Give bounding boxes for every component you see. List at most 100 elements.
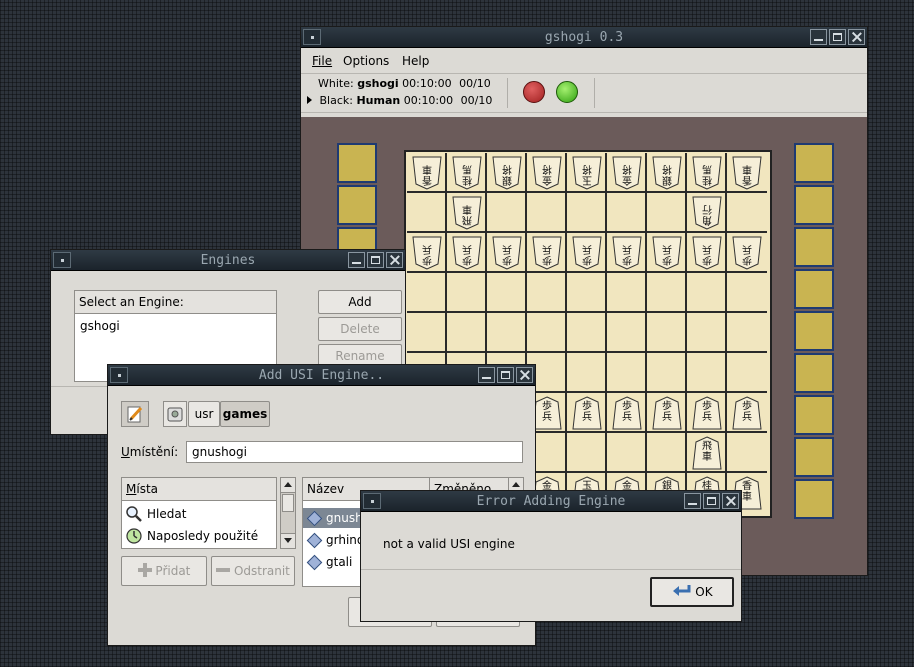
- places-list[interactable]: Místa Hledat Naposledy použité: [121, 477, 277, 549]
- board-square[interactable]: 歩 兵: [727, 393, 767, 433]
- hand-slot[interactable]: [337, 185, 377, 225]
- close-icon[interactable]: [722, 493, 739, 509]
- error-titlebar[interactable]: Error Adding Engine: [361, 491, 741, 512]
- board-square[interactable]: [567, 273, 607, 313]
- board-square[interactable]: [687, 353, 727, 393]
- board-square[interactable]: [647, 353, 687, 393]
- board-square[interactable]: [607, 273, 647, 313]
- board-square[interactable]: [527, 193, 567, 233]
- board-square[interactable]: [607, 193, 647, 233]
- menu-help[interactable]: Help: [402, 54, 429, 68]
- board-square[interactable]: [487, 313, 527, 353]
- board-square[interactable]: 歩 兵: [607, 233, 647, 273]
- minimize-icon[interactable]: [348, 252, 365, 268]
- board-square[interactable]: [727, 353, 767, 393]
- close-icon[interactable]: [848, 29, 865, 45]
- add-engine-button[interactable]: Add: [318, 290, 402, 314]
- board-square[interactable]: 香 車: [407, 153, 447, 193]
- path-games-button[interactable]: games: [220, 401, 270, 427]
- add-place-button[interactable]: Přidat: [121, 556, 207, 586]
- place-search[interactable]: Hledat: [125, 504, 186, 524]
- board-square[interactable]: [407, 193, 447, 233]
- board-square[interactable]: [527, 273, 567, 313]
- board-square[interactable]: 歩 兵: [407, 233, 447, 273]
- board-square[interactable]: [727, 193, 767, 233]
- board-square[interactable]: [687, 273, 727, 313]
- board-square[interactable]: [487, 273, 527, 313]
- maximize-icon[interactable]: [703, 493, 720, 509]
- places-header[interactable]: Místa: [121, 477, 277, 501]
- board-square[interactable]: 金 将: [607, 153, 647, 193]
- board-square[interactable]: [687, 313, 727, 353]
- ok-button[interactable]: OK: [650, 577, 734, 607]
- board-square[interactable]: 歩 兵: [527, 233, 567, 273]
- hand-slot[interactable]: [794, 185, 834, 225]
- window-menu-icon[interactable]: [303, 29, 321, 45]
- stop-button[interactable]: [523, 81, 545, 103]
- board-square[interactable]: [727, 273, 767, 313]
- board-square[interactable]: 歩 兵: [447, 233, 487, 273]
- window-menu-icon[interactable]: [53, 252, 71, 268]
- board-square[interactable]: [567, 353, 607, 393]
- minimize-icon[interactable]: [478, 367, 495, 383]
- minimize-icon[interactable]: [810, 29, 827, 45]
- board-square[interactable]: 角 行: [687, 193, 727, 233]
- board-square[interactable]: 歩 兵: [647, 233, 687, 273]
- maximize-icon[interactable]: [367, 252, 384, 268]
- board-square[interactable]: 歩 兵: [727, 233, 767, 273]
- engine-list-header[interactable]: Select an Engine:: [74, 290, 277, 314]
- engines-titlebar[interactable]: Engines: [51, 250, 405, 271]
- place-recent[interactable]: Naposledy použité: [125, 526, 258, 546]
- board-square[interactable]: [567, 313, 607, 353]
- board-square[interactable]: 玉 将: [567, 153, 607, 193]
- hand-slot[interactable]: [794, 395, 834, 435]
- close-icon[interactable]: [516, 367, 533, 383]
- board-square[interactable]: [487, 193, 527, 233]
- menu-file[interactable]: File: [312, 54, 332, 68]
- board-square[interactable]: 飛 車: [687, 433, 727, 473]
- places-scrollbar[interactable]: [280, 477, 296, 549]
- board-square[interactable]: 歩 兵: [487, 233, 527, 273]
- board-square[interactable]: [447, 313, 487, 353]
- board-square[interactable]: [567, 433, 607, 473]
- window-menu-icon[interactable]: [110, 367, 128, 383]
- add-usi-titlebar[interactable]: Add USI Engine..: [108, 365, 535, 386]
- location-input[interactable]: gnushogi: [186, 441, 523, 463]
- scrollbar-thumb[interactable]: [282, 494, 294, 512]
- delete-engine-button[interactable]: Delete: [318, 317, 402, 341]
- board-square[interactable]: [647, 433, 687, 473]
- board-square[interactable]: [647, 193, 687, 233]
- board-square[interactable]: 歩 兵: [687, 233, 727, 273]
- board-square[interactable]: 歩 兵: [607, 393, 647, 433]
- board-square[interactable]: [567, 193, 607, 233]
- close-icon[interactable]: [386, 252, 403, 268]
- hand-slot[interactable]: [794, 479, 834, 519]
- hand-slot[interactable]: [794, 353, 834, 393]
- scroll-down-icon[interactable]: [281, 533, 295, 548]
- remove-place-button[interactable]: Odstranit: [211, 556, 295, 586]
- hand-slot[interactable]: [794, 227, 834, 267]
- board-square[interactable]: [407, 313, 447, 353]
- gshogi-titlebar[interactable]: gshogi 0.3: [301, 27, 867, 48]
- board-square[interactable]: [647, 313, 687, 353]
- maximize-icon[interactable]: [829, 29, 846, 45]
- board-square[interactable]: 飛 車: [447, 193, 487, 233]
- board-square[interactable]: 歩 兵: [567, 233, 607, 273]
- board-square[interactable]: [647, 273, 687, 313]
- board-square[interactable]: 金 将: [527, 153, 567, 193]
- board-square[interactable]: 歩 兵: [687, 393, 727, 433]
- edit-location-toggle[interactable]: [121, 401, 149, 427]
- board-square[interactable]: 香 車: [727, 153, 767, 193]
- board-square[interactable]: 桂 馬: [447, 153, 487, 193]
- hand-slot[interactable]: [794, 269, 834, 309]
- board-square[interactable]: 桂 馬: [687, 153, 727, 193]
- path-root-button[interactable]: [163, 401, 187, 427]
- board-square[interactable]: 銀 将: [647, 153, 687, 193]
- engine-list-item[interactable]: gshogi: [80, 319, 120, 333]
- scroll-up-icon[interactable]: [281, 478, 295, 493]
- maximize-icon[interactable]: [497, 367, 514, 383]
- path-usr-button[interactable]: usr: [188, 401, 220, 427]
- go-button[interactable]: [556, 81, 578, 103]
- menu-options[interactable]: Options: [343, 54, 389, 68]
- board-square[interactable]: 歩 兵: [647, 393, 687, 433]
